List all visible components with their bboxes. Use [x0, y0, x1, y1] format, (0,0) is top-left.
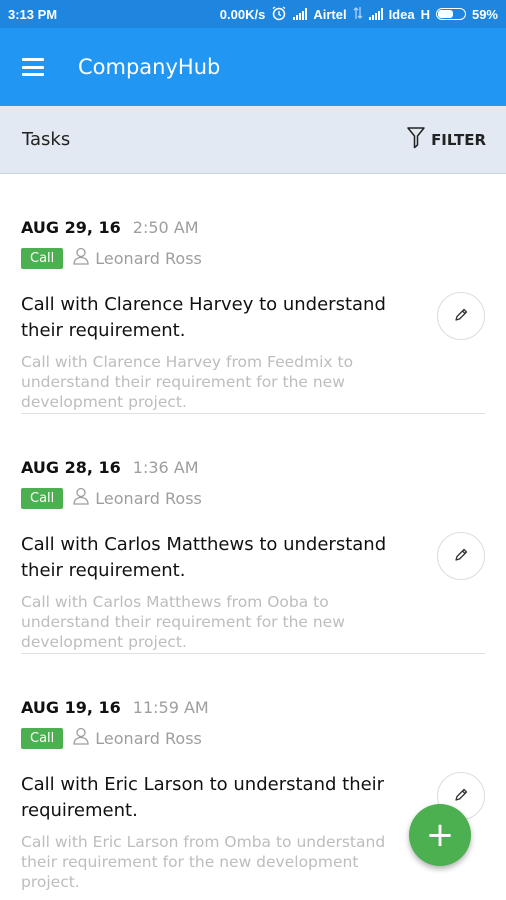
task-title: Call with Carlos Matthews to understand … [21, 534, 387, 581]
network-speed: 0.00K/s [219, 6, 266, 22]
task-type-badge: Call [21, 487, 64, 509]
task-owner: Leonard Ross [73, 247, 202, 269]
task-dateline: AUG 19, 16 11:59 AM [21, 698, 485, 717]
filter-label: FILTER [431, 130, 486, 149]
status-right: 0.00K/s Airtel Idea H 59% [220, 5, 498, 24]
task-description: Call with Eric Larson from Omba to under… [21, 833, 386, 891]
task-title: Call with Eric Larson to understand thei… [21, 774, 385, 821]
network-type: H [420, 6, 430, 22]
task-date: AUG 19, 16 [21, 698, 121, 717]
task-meta: Call Leonard Ross [21, 727, 485, 749]
task-type-badge: Call [21, 247, 64, 269]
task-meta: Call Leonard Ross [21, 247, 485, 269]
status-time: 3:13 PM [8, 6, 58, 22]
hamburger-menu-icon[interactable] [22, 58, 44, 76]
task-dateline: AUG 28, 16 1:36 AM [21, 458, 485, 477]
task-owner-name: Leonard Ross [95, 488, 202, 508]
app-title: CompanyHub [78, 55, 221, 79]
task-date: AUG 29, 16 [21, 218, 121, 237]
funnel-icon [407, 126, 425, 153]
task-description: Call with Carlos Matthews from Ooba to u… [21, 593, 345, 651]
plus-icon: + [425, 815, 455, 855]
carrier-2: Idea [388, 6, 415, 22]
task-meta: Call Leonard Ross [21, 487, 485, 509]
add-task-button[interactable]: + [409, 804, 471, 866]
pencil-icon [454, 547, 468, 566]
task-list: AUG 29, 16 2:50 AM Call Leonard Ross Cal… [0, 174, 506, 894]
task-time: 2:50 AM [132, 218, 199, 237]
battery-percent: 59% [471, 6, 498, 22]
task-owner: Leonard Ross [73, 487, 202, 509]
battery-icon [435, 8, 466, 20]
battery-fill [437, 10, 454, 18]
task-owner: Leonard Ross [73, 727, 202, 749]
person-icon [73, 487, 89, 509]
signal-icon [293, 8, 308, 20]
status-bar: 3:13 PM 0.00K/s Airtel Idea H 59% [0, 0, 506, 28]
edit-task-button[interactable] [437, 292, 485, 340]
task-item[interactable]: AUG 28, 16 1:36 AM Call Leonard Ross Cal… [21, 414, 485, 654]
task-time: 11:59 AM [132, 698, 209, 717]
task-title: Call with Clarence Harvey to understand … [21, 294, 386, 341]
pencil-icon [454, 787, 468, 806]
task-type-badge: Call [21, 727, 64, 749]
task-item[interactable]: AUG 29, 16 2:50 AM Call Leonard Ross Cal… [21, 174, 485, 414]
task-owner-name: Leonard Ross [95, 248, 202, 268]
task-description: Call with Clarence Harvey from Feedmix t… [21, 353, 354, 411]
task-owner-name: Leonard Ross [95, 728, 202, 748]
task-dateline: AUG 29, 16 2:50 AM [21, 218, 485, 237]
filter-button[interactable]: FILTER [407, 126, 486, 153]
page-title: Tasks [22, 129, 71, 150]
task-time: 1:36 AM [132, 458, 199, 477]
task-date: AUG 28, 16 [21, 458, 121, 477]
task-item[interactable]: AUG 19, 16 11:59 AM Call Leonard Ross Ca… [21, 654, 485, 894]
person-icon [73, 247, 89, 269]
carrier-1: Airtel [313, 6, 347, 22]
alarm-icon [271, 5, 287, 24]
signal-icon [368, 8, 383, 20]
edit-task-button[interactable] [437, 532, 485, 580]
sub-header: Tasks FILTER [0, 106, 506, 174]
person-icon [73, 727, 89, 749]
app-bar: CompanyHub [0, 28, 506, 106]
data-arrows-icon [353, 6, 363, 23]
pencil-icon [454, 307, 468, 326]
